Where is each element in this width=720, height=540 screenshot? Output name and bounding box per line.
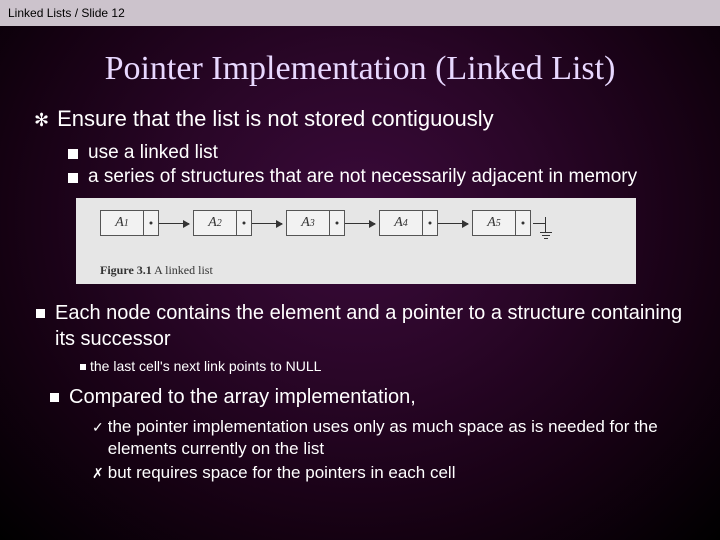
figure-caption: Figure 3.1 A linked list xyxy=(100,263,213,278)
bullet-main-text: Ensure that the list is not stored conti… xyxy=(57,106,494,132)
slide-body: ✻ Ensure that the list is not stored con… xyxy=(0,106,720,484)
sub-bullet-1-text: use a linked list xyxy=(88,142,218,164)
list-node: A5 xyxy=(472,210,557,236)
list-node: A1 xyxy=(100,210,193,236)
sub-bullet-2: a series of structures that are not nece… xyxy=(68,166,686,188)
cross-icon: ✗ xyxy=(92,462,104,484)
header-strip: Linked Lists / Slide 12 xyxy=(0,0,720,26)
arrow-icon xyxy=(345,223,375,224)
asterisk-icon: ✻ xyxy=(34,106,49,134)
list-node: A2 xyxy=(193,210,286,236)
node-value: A1 xyxy=(101,211,144,235)
figure-caption-rest: A linked list xyxy=(152,263,213,277)
sub-bullet-para2-text: the last cell's next link points to NULL xyxy=(90,358,321,374)
node-pointer xyxy=(330,211,344,235)
slide: Linked Lists / Slide 12 Pointer Implemen… xyxy=(0,0,720,540)
figure-row: A1 A2 A3 xyxy=(76,210,636,236)
list-node: A4 xyxy=(379,210,472,236)
node-box: A1 xyxy=(100,210,159,236)
bullet-para-2-text: Each node contains the element and a poi… xyxy=(55,300,686,352)
node-box: A3 xyxy=(286,210,345,236)
node-pointer xyxy=(144,211,158,235)
node-pointer xyxy=(423,211,437,235)
arrow-icon xyxy=(438,223,468,224)
sub-bullet-1: use a linked list xyxy=(68,142,686,164)
bullet-main: ✻ Ensure that the list is not stored con… xyxy=(34,106,686,134)
small-square-bullet-icon xyxy=(80,364,86,370)
arrow-icon xyxy=(159,223,189,224)
node-box: A2 xyxy=(193,210,252,236)
node-box: A5 xyxy=(472,210,531,236)
sub-bullet-para3-1: ✓ the pointer implementation uses only a… xyxy=(92,416,686,460)
bullet-para-3-text: Compared to the array implementation, xyxy=(69,384,416,410)
linked-list-figure: A1 A2 A3 xyxy=(76,198,636,284)
list-node: A3 xyxy=(286,210,379,236)
check-icon: ✓ xyxy=(92,416,104,438)
square-bullet-icon xyxy=(50,393,59,402)
null-ground-icon xyxy=(533,211,557,235)
node-value: A4 xyxy=(380,211,423,235)
node-pointer xyxy=(237,211,251,235)
sub-bullet-para3-2: ✗ but requires space for the pointers in… xyxy=(92,462,686,484)
square-bullet-icon xyxy=(68,173,78,183)
node-value: A5 xyxy=(473,211,516,235)
square-bullet-icon xyxy=(68,149,78,159)
slide-title: Pointer Implementation (Linked List) xyxy=(0,50,720,88)
figure-caption-bold: Figure 3.1 xyxy=(100,263,152,277)
sub-bullet-2-text: a series of structures that are not nece… xyxy=(88,166,637,188)
sub-bullet-para3-2-text: but requires space for the pointers in e… xyxy=(108,462,456,484)
node-value: A2 xyxy=(194,211,237,235)
node-box: A4 xyxy=(379,210,438,236)
square-bullet-icon xyxy=(36,309,45,318)
sub-bullet-para2: the last cell's next link points to NULL xyxy=(80,358,686,374)
arrow-icon xyxy=(252,223,282,224)
header-text: Linked Lists / Slide 12 xyxy=(8,6,125,20)
bullet-para-2: Each node contains the element and a poi… xyxy=(34,300,686,352)
node-value: A3 xyxy=(287,211,330,235)
bullet-para-3: Compared to the array implementation, xyxy=(48,384,686,410)
node-pointer xyxy=(516,211,530,235)
sub-bullet-para3-1-text: the pointer implementation uses only as … xyxy=(108,416,686,460)
